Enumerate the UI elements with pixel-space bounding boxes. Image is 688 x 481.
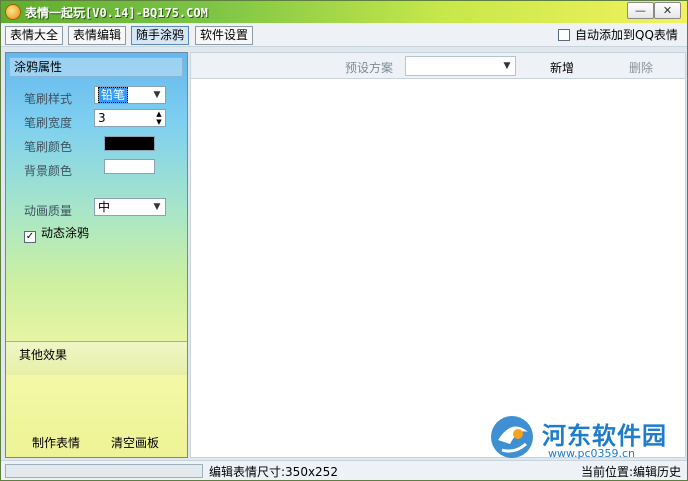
brush-color-label: 笔刷颜色 [24, 140, 73, 154]
watermark-logo-icon [491, 416, 533, 458]
preset-toolbar: 预设方案 ▼ 新增 删除 [190, 52, 686, 79]
doodle-canvas[interactable] [190, 79, 686, 458]
status-bar: 编辑表情尺寸:350x252 当前位置:编辑历史 [1, 460, 687, 480]
chevron-down-icon[interactable]: ▼ [151, 87, 163, 103]
menu-bar: 表情大全 表情编辑 随手涂鸦 软件设置 自动添加到QQ表情 [1, 23, 687, 47]
preset-label: 预设方案 [345, 61, 394, 75]
bg-color-label: 背景颜色 [24, 164, 73, 178]
brush-style-label: 笔刷样式 [24, 92, 73, 106]
qq-auto-add-label: 自动添加到QQ表情 [575, 28, 678, 42]
doodle-properties-panel: 涂鸦属性 笔刷样式 铅笔 ▼ 笔刷宽度 3 ▲ ▼ 笔刷颜色 背景颜色 动画质量 … [6, 53, 187, 341]
brush-width-label: 笔刷宽度 [24, 116, 73, 130]
tab-doodle[interactable]: 随手涂鸦 [131, 26, 190, 45]
brush-width-value: 3 [98, 111, 106, 125]
panel-title: 涂鸦属性 [9, 57, 183, 77]
tab-settings[interactable]: 软件设置 [195, 26, 254, 45]
status-progress-bar [5, 464, 203, 478]
close-button[interactable]: ✕ [654, 2, 681, 19]
qq-auto-add-checkbox[interactable]: 自动添加到QQ表情 [558, 28, 678, 44]
brush-style-select[interactable]: 铅笔 ▼ [94, 86, 166, 104]
bg-color-swatch[interactable] [104, 159, 155, 174]
app-logo-icon [5, 4, 21, 20]
new-preset-button[interactable]: 新增 [550, 59, 574, 76]
window-title: 表情一起玩[V0.14]-BQ175.COM [25, 6, 208, 20]
anim-quality-value: 中 [98, 200, 111, 214]
app-window: 表情一起玩[V0.14]-BQ175.COM — ✕ 表情大全 表情编辑 随手涂… [0, 0, 688, 481]
preset-select[interactable]: ▼ [405, 56, 516, 76]
checkbox-box[interactable] [558, 29, 570, 41]
make-emoticon-button[interactable]: 制作表情 [32, 434, 80, 451]
status-emoticon-size: 编辑表情尺寸:350x252 [209, 465, 338, 479]
anim-quality-label: 动画质量 [24, 204, 73, 218]
checkbox-check-icon[interactable]: ✓ [24, 231, 36, 243]
dynamic-doodle-label: 动态涂鸦 [41, 226, 90, 240]
doodle-sidebar: 涂鸦属性 笔刷样式 铅笔 ▼ 笔刷宽度 3 ▲ ▼ 笔刷颜色 背景颜色 动画质量 … [5, 52, 188, 458]
minimize-button[interactable]: — [627, 2, 654, 19]
watermark-url: www.pc0359.cn [548, 447, 636, 460]
clear-canvas-button[interactable]: 清空画板 [111, 434, 159, 451]
anim-quality-select[interactable]: 中 ▼ [94, 198, 166, 216]
tab-emoticon-edit[interactable]: 表情编辑 [68, 26, 127, 45]
brush-style-value: 铅笔 [98, 87, 129, 103]
brush-color-swatch[interactable] [104, 136, 155, 151]
title-bar[interactable]: 表情一起玩[V0.14]-BQ175.COM — ✕ [1, 1, 687, 23]
watermark: 河东软件园 www.pc0359.cn [484, 410, 688, 462]
status-location: 当前位置:编辑历史 [581, 465, 682, 479]
other-effects-header[interactable]: 其他效果 [6, 341, 187, 375]
delete-preset-button[interactable]: 删除 [629, 59, 653, 76]
chevron-down-icon[interactable]: ▼ [151, 199, 163, 215]
watermark-name: 河东软件园 [542, 421, 667, 450]
dynamic-doodle-checkbox[interactable]: ✓ 动态涂鸦 [24, 224, 89, 243]
spin-arrows-icon[interactable]: ▲ ▼ [154, 110, 164, 126]
brush-width-stepper[interactable]: 3 ▲ ▼ [94, 109, 166, 127]
tab-emoticon-gallery[interactable]: 表情大全 [5, 26, 64, 45]
other-effects-label: 其他效果 [19, 348, 68, 362]
chevron-down-icon[interactable]: ▼ [501, 58, 513, 74]
